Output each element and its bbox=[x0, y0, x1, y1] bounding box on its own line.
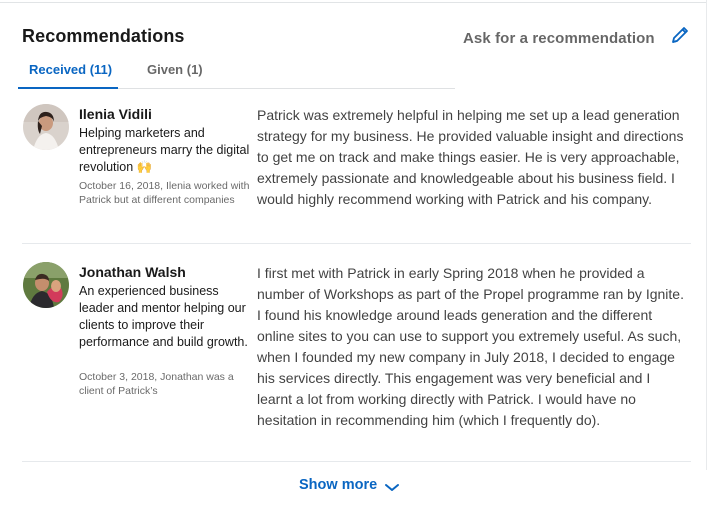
pencil-icon[interactable] bbox=[668, 23, 692, 47]
recommendation-text: I first met with Patrick in early Spring… bbox=[257, 265, 684, 428]
recommendation-item: Jonathan Walsh An experienced business l… bbox=[22, 258, 691, 462]
chevron-down-icon[interactable] bbox=[384, 481, 400, 493]
recommendation-text: Patrick was extremely helpful in helping… bbox=[257, 107, 684, 207]
section-title: Recommendations bbox=[22, 26, 185, 46]
active-tab-indicator bbox=[18, 87, 118, 89]
show-more-button[interactable]: Show more bbox=[299, 477, 377, 493]
avatar[interactable] bbox=[23, 262, 69, 308]
avatar-image bbox=[23, 262, 69, 308]
tab-received[interactable]: Received (11) bbox=[29, 62, 112, 77]
tab-given[interactable]: Given (1) bbox=[147, 62, 203, 77]
avatar-image bbox=[23, 104, 69, 150]
avatar[interactable] bbox=[23, 104, 69, 150]
recommender-headline: Helping marketers and entrepreneurs marr… bbox=[79, 126, 250, 174]
recommendation-meta: October 3, 2018, Jonathan was a client o… bbox=[79, 371, 234, 397]
recommendations-card: Recommendations Ask for a recommendation… bbox=[0, 0, 711, 505]
recommender-name[interactable]: Ilenia Vidili bbox=[79, 106, 152, 122]
recommender-headline: An experienced business leader and mento… bbox=[79, 284, 248, 349]
recommender-name[interactable]: Jonathan Walsh bbox=[79, 264, 186, 280]
recommendation-meta: October 16, 2018, Ilenia worked with Pat… bbox=[79, 180, 250, 206]
card-top-border bbox=[0, 0, 706, 3]
recommendation-tabs: Received (11) Given (1) bbox=[18, 53, 455, 89]
ask-for-recommendation-link[interactable]: Ask for a recommendation bbox=[463, 30, 655, 47]
recommendation-item: Ilenia Vidili Helping marketers and entr… bbox=[22, 100, 691, 244]
card-right-border bbox=[706, 0, 707, 470]
